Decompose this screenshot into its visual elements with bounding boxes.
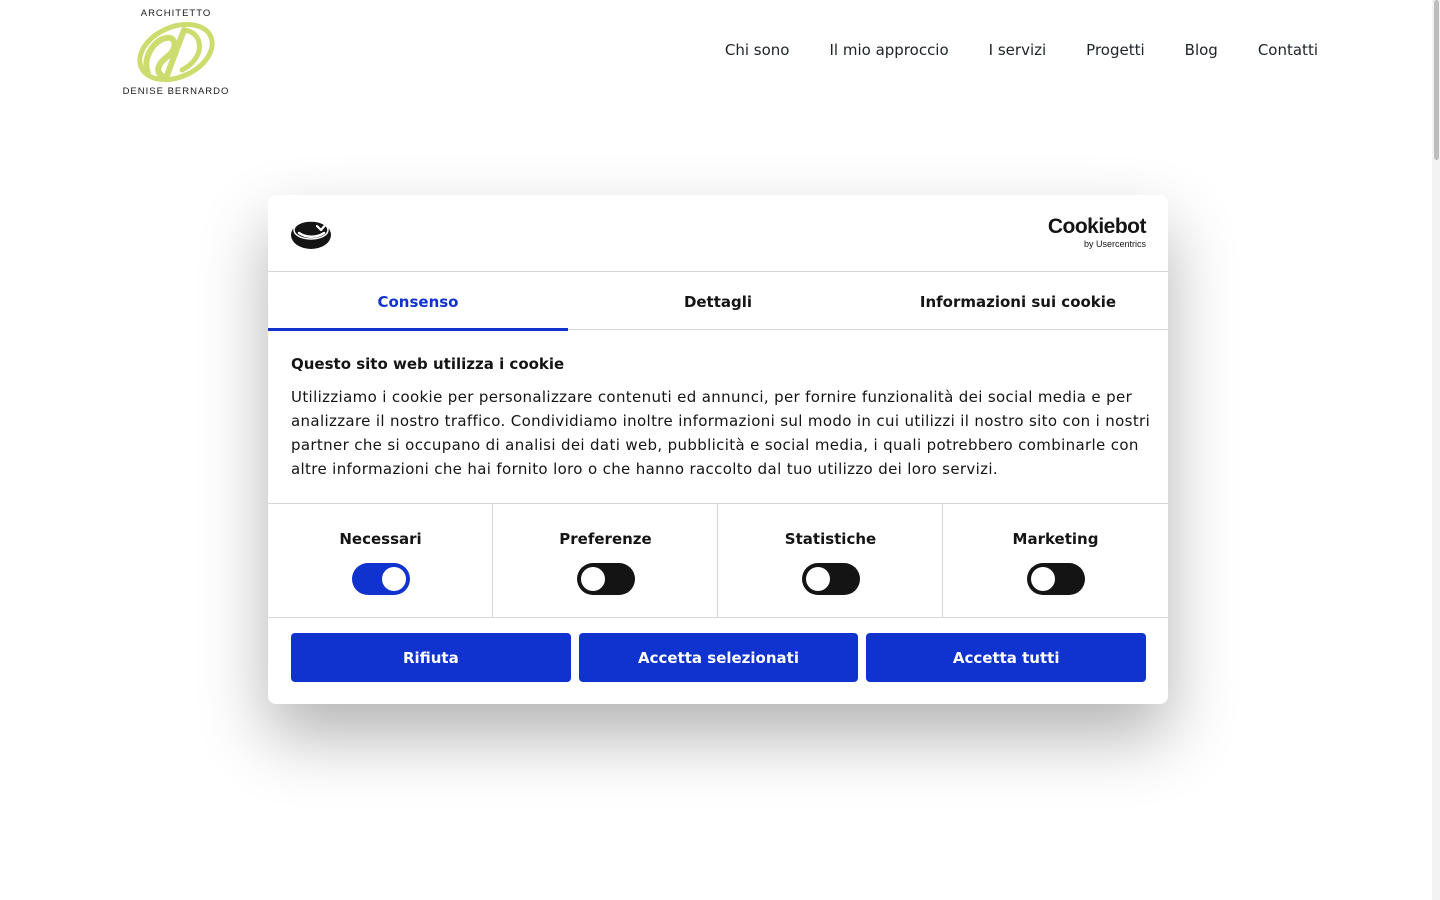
dialog-header: Cookiebot by Usercentrics (268, 195, 1168, 272)
consent-categories: Necessari Preferenze Statistiche Marketi… (268, 503, 1168, 618)
cookie-brand-icon (291, 220, 331, 249)
category-label: Marketing (1012, 530, 1099, 548)
cookiebot-byline: by Usercentrics (1083, 239, 1146, 249)
toggle-knob (806, 567, 830, 591)
cookiebot-logo[interactable]: Cookiebot by Usercentrics (1042, 215, 1147, 250)
site-header: ARCHITETTO DENISE BERNARDO Chi sono Il m… (0, 0, 1440, 110)
category-statistiche: Statistiche (718, 504, 943, 617)
nav-link-blog[interactable]: Blog (1185, 41, 1218, 59)
site-logo[interactable]: ARCHITETTO DENISE BERNARDO (114, 6, 238, 98)
nav-link-i-servizi[interactable]: I servizi (989, 41, 1047, 59)
toggle-necessari[interactable] (352, 563, 410, 595)
nav-link-progetti[interactable]: Progetti (1086, 41, 1144, 59)
category-label: Statistiche (784, 530, 877, 548)
category-marketing: Marketing (943, 504, 1168, 617)
toggle-knob (581, 567, 605, 591)
scrollbar-thumb[interactable] (1434, 0, 1439, 160)
category-preferenze: Preferenze (493, 504, 718, 617)
dialog-title: Questo sito web utilizza i cookie (291, 355, 565, 373)
main-navigation: Chi sono Il mio approccio I servizi Prog… (725, 41, 1318, 59)
accept-all-button[interactable]: Accetta tutti (866, 633, 1147, 682)
logo-monogram-icon (137, 21, 215, 83)
logo-bottom-text: DENISE BERNARDO (122, 86, 230, 97)
toggle-marketing[interactable] (1027, 563, 1085, 595)
toggle-preferenze[interactable] (577, 563, 635, 595)
category-necessari: Necessari (268, 504, 493, 617)
cookiebot-name: Cookiebot (1047, 215, 1147, 238)
dialog-description: Utilizziamo i cookie per personalizzare … (291, 388, 1151, 478)
reject-button[interactable]: Rifiuta (291, 633, 571, 682)
toggle-statistiche[interactable] (802, 563, 860, 595)
accept-selected-button[interactable]: Accetta selezionati (578, 633, 859, 682)
toggle-knob (1031, 567, 1055, 591)
category-label: Necessari (339, 530, 422, 548)
page-scrollbar[interactable] (1432, 0, 1440, 900)
tab-informazioni-cookie[interactable]: Informazioni sui cookie (868, 273, 1168, 330)
dialog-tabs: Consenso Dettagli Informazioni sui cooki… (268, 273, 1168, 331)
tab-consenso[interactable]: Consenso (268, 273, 568, 331)
tab-dettagli[interactable]: Dettagli (568, 273, 868, 330)
toggle-knob (382, 567, 406, 591)
nav-link-il-mio-approccio[interactable]: Il mio approccio (829, 41, 948, 59)
cookie-consent-dialog: Cookiebot by Usercentrics Consenso Detta… (268, 195, 1168, 704)
category-label: Preferenze (559, 530, 652, 548)
nav-link-contatti[interactable]: Contatti (1258, 41, 1318, 59)
nav-link-chi-sono[interactable]: Chi sono (725, 41, 790, 59)
dialog-actions: Rifiuta Accetta selezionati Accetta tutt… (291, 633, 1147, 682)
